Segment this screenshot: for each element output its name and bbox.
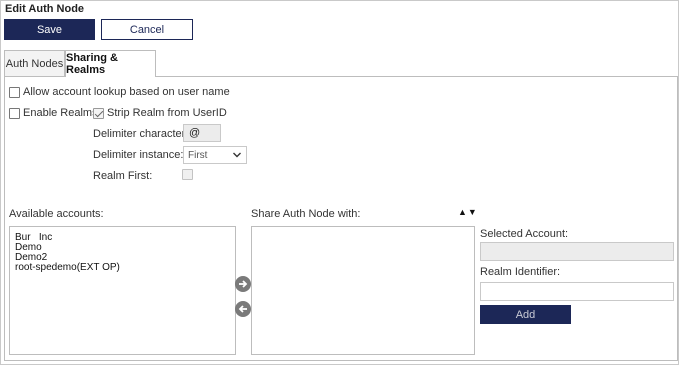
realm-first-label: Realm First: (93, 170, 153, 182)
selected-account-field (480, 242, 674, 261)
page-title: Edit Auth Node (5, 3, 85, 15)
realm-identifier-input[interactable] (480, 282, 674, 301)
list-item[interactable]: root-spedemo(EXT OP) (15, 263, 230, 273)
save-button[interactable]: Save (4, 19, 95, 40)
tab-auth-nodes[interactable]: Auth Nodes (4, 50, 65, 76)
delimiter-instance-select[interactable]: First (183, 146, 247, 164)
sort-controls: ▲▼ (458, 207, 478, 217)
realm-first-checkbox[interactable] (182, 169, 193, 180)
selected-account-label: Selected Account: (480, 228, 569, 240)
triangle-up-icon[interactable]: ▲ (458, 207, 468, 217)
arrow-left-circle-icon[interactable] (235, 301, 251, 317)
realm-identifier-label: Realm Identifier: (480, 266, 561, 278)
enable-realms-label: Enable Realms (23, 107, 98, 119)
allow-lookup-checkbox[interactable] (9, 87, 20, 98)
list-item[interactable]: Bur Inc (15, 233, 230, 243)
allow-lookup-label: Allow account lookup based on user name (23, 86, 230, 98)
available-accounts-label: Available accounts: (9, 208, 104, 220)
delimiter-instance-value: First (188, 149, 208, 161)
cancel-button[interactable]: Cancel (101, 19, 193, 40)
share-with-label: Share Auth Node with: (251, 208, 361, 220)
arrow-right-circle-icon[interactable] (235, 276, 251, 292)
strip-realm-label: Strip Realm from UserID (107, 107, 227, 119)
strip-realm-checkbox[interactable] (93, 108, 104, 119)
delimiter-character-input[interactable]: @ (183, 124, 221, 142)
tab-sharing-realms[interactable]: Sharing & Realms (65, 50, 156, 77)
list-item[interactable]: Demo (15, 243, 230, 253)
triangle-down-icon[interactable]: ▼ (468, 207, 478, 217)
add-button[interactable]: Add (480, 305, 571, 324)
delimiter-character-label: Delimiter character: (93, 128, 189, 140)
available-accounts-list[interactable]: Bur Inc Demo Demo2 root-spedemo(EXT OP) (9, 226, 236, 355)
enable-realms-checkbox[interactable] (9, 108, 20, 119)
share-with-list[interactable] (251, 226, 475, 355)
delimiter-instance-label: Delimiter instance: (93, 149, 184, 161)
chevron-down-icon (233, 152, 241, 158)
